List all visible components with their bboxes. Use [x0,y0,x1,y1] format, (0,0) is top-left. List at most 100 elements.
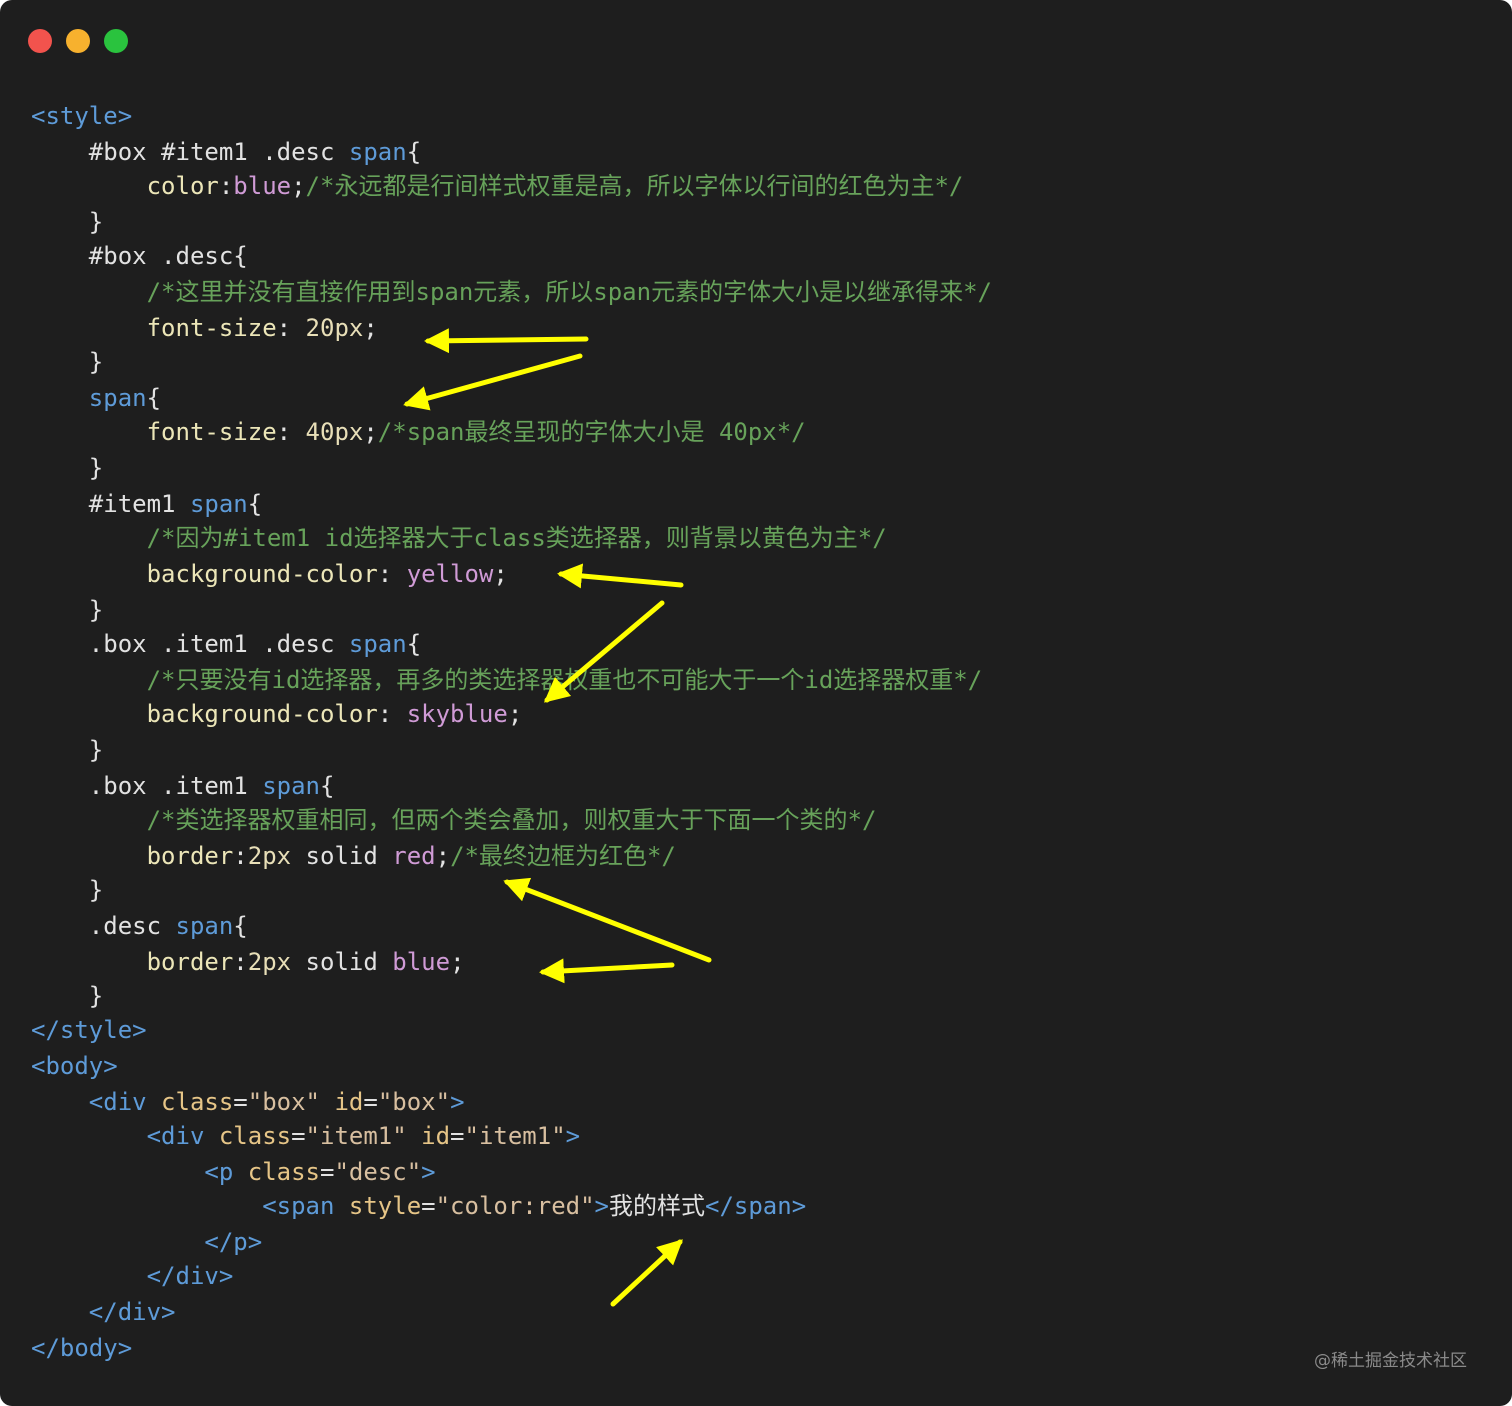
annotation-arrow [403,353,583,411]
code-token: : [276,314,306,342]
code-token: style [348,1192,422,1220]
code-token: #box .desc [31,242,234,270]
code-token: /*类选择器权重相同，但两个类会叠加，则权重大于下面一个类的*/ [31,806,877,834]
code-token: </body> [31,1334,133,1362]
code-token: ; [363,314,378,342]
code-line: </style> [31,1013,147,1047]
code-token: </div> [31,1262,234,1290]
code-token: id [334,1088,364,1116]
code-token: solid [291,948,393,976]
code-token: </style> [31,1016,147,1044]
code-line: <div class="item1" id="item1"> [31,1119,581,1153]
maximize-window-button[interactable] [104,29,128,53]
annotation-arrow [539,958,675,984]
code-token: "color:red" [435,1192,595,1220]
code-token: > [565,1122,581,1150]
code-token: .box .item1 .desc [31,630,349,658]
code-line: </div> [31,1295,176,1329]
code-token: class [218,1122,292,1150]
code-token: { [233,912,248,940]
code-token: 2px [247,842,292,870]
annotation-arrow [610,1239,683,1307]
code-line: background-color: skyblue; [31,697,523,731]
code-line: font-size: 20px; [31,311,378,345]
code-token: red [392,842,436,870]
code-token: span [348,138,407,166]
code-line: /*因为#item1 id选择器大于class类选择器，则背景以黄色为主*/ [31,521,887,555]
code-token: : [233,842,248,870]
code-token: <div [31,1122,219,1150]
code-token: { [319,772,335,800]
code-token: ; [291,172,306,200]
code-token: <div [31,1088,162,1116]
code-line: font-size: 40px;/*span最终呈现的字体大小是 40px*/ [31,415,806,449]
code-token: : [276,418,306,446]
code-line: </div> [31,1259,234,1293]
code-token: <p [31,1158,248,1186]
code-token: color [31,172,219,200]
code-token: background-color [31,560,378,588]
code-token: /*span最终呈现的字体大小是 40px*/ [377,418,806,446]
code-token: blue [392,948,451,976]
watermark: @稀土掘金技术社区 [1314,1351,1467,1371]
annotation-arrow [424,328,589,354]
code-token: > [421,1158,436,1186]
code-line: #box .desc{ [31,239,248,273]
code-token: </div> [31,1298,176,1326]
code-token: } [31,348,104,376]
code-line: <body> [31,1049,118,1083]
code-token: = [233,1088,248,1116]
code-token: "item1" [305,1122,422,1150]
code-token: </p> [31,1228,263,1256]
code-token: </span> [705,1192,807,1220]
code-line: } [31,345,103,379]
code-token: span [348,630,407,658]
code-line: color:blue;/*永远都是行间样式权重是高，所以字体以行间的红色为主*/ [31,169,964,203]
code-token: 40px [305,418,364,446]
code-line: </p> [31,1225,262,1259]
code-token: class [161,1088,234,1116]
code-line: /*这里并没有直接作用到span元素，所以span元素的字体大小是以继承得来*/ [31,275,992,309]
code-line: } [31,593,103,627]
code-token: border [31,842,234,870]
code-token: .box .item1 [31,772,263,800]
code-token: span [189,490,248,518]
code-token: = [363,1088,378,1116]
code-token: { [406,138,422,166]
code-token: = [450,1122,465,1150]
code-token: span [88,384,147,412]
code-line: } [31,733,103,767]
code-token: 20px [305,314,364,342]
code-line: border:2px solid blue; [31,945,465,979]
code-token: { [233,242,248,270]
code-token: /*因为#item1 id选择器大于class类选择器，则背景以黄色为主*/ [31,524,887,552]
code-window: <style> #box #item1 .desc span{ color:bl… [0,0,1512,1406]
close-window-button[interactable] [28,29,52,53]
code-token: ; [435,842,451,870]
code-token: /*最终边框为红色*/ [450,842,676,870]
code-token: : [233,948,248,976]
code-line: <p class="desc"> [31,1155,436,1189]
code-token: : [377,560,407,588]
code-token: font-size [31,418,277,446]
code-token: } [31,596,104,624]
code-line: </body> [31,1331,132,1365]
code-token: ; [507,700,523,728]
code-token: /*只要没有id选择器，再多的类选择器权重也不可能大于一个id选择器权重*/ [31,666,983,694]
code-token: } [31,208,104,236]
code-token: #item1 [31,490,190,518]
code-token: /*永远都是行间样式权重是高，所以字体以行间的红色为主*/ [305,172,964,200]
code-line: /*只要没有id选择器，再多的类选择器权重也不可能大于一个id选择器权重*/ [31,663,983,697]
minimize-window-button[interactable] [66,29,90,53]
code-token: skyblue [406,700,508,728]
code-line: .box .item1 span{ [31,769,335,803]
code-token: solid [291,842,393,870]
code-line: #item1 span{ [31,487,262,521]
code-token: } [31,454,104,482]
code-token: "box" [247,1088,335,1116]
code-token: "box" [377,1088,451,1116]
code-token: : [377,700,407,728]
annotation-arrow [503,877,712,963]
annotation-arrow [557,563,684,589]
